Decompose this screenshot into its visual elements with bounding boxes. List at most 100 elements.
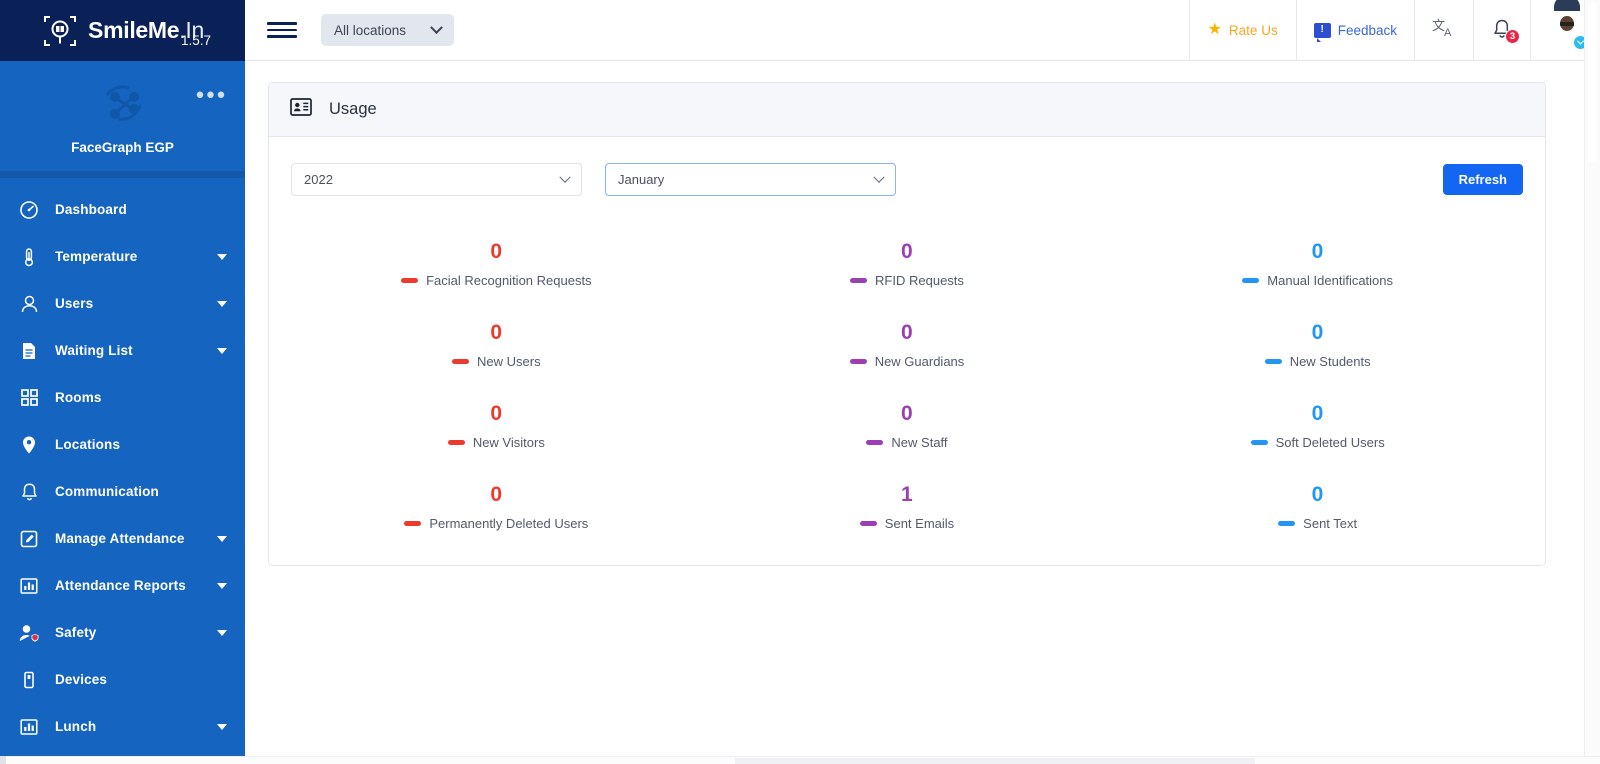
vertical-scrollbar[interactable] (1584, 0, 1600, 764)
sidebar-item-users[interactable]: Users (0, 280, 245, 327)
chevron-down-icon (430, 20, 443, 34)
vertical-scrollbar-thumb[interactable] (1588, 2, 1597, 162)
sidebar-item-label: Users (55, 296, 94, 311)
usage-stat: 0 Soft Deleted Users (1112, 403, 1523, 450)
usage-stat-label: Soft Deleted Users (1275, 435, 1385, 451)
usage-stat: 0 Manual Identifications (1112, 240, 1523, 288)
usage-card: Usage 2022 January Refresh 0 Facial Reco… (268, 82, 1546, 567)
location-filter-value: All locations (334, 22, 407, 38)
topbar: All locations ★ Rate Us ! Feedback 文 A 3 (245, 0, 1600, 61)
legend-dash-icon (859, 521, 877, 526)
sidebar-item-label: Attendance Reports (55, 578, 186, 593)
usage-stat-legend: Sent Emails (859, 516, 955, 532)
horizontal-scrollbar-thumb[interactable] (735, 758, 1255, 764)
bell-icon (16, 481, 42, 503)
notifications-button[interactable]: 3 (1473, 0, 1530, 61)
location-filter-dropdown[interactable]: All locations (321, 14, 455, 46)
network-graph-icon (95, 85, 151, 135)
sidebar: SmileMe.In 1.5.7 ●●● FaceGraph EGP Dashb… (0, 0, 245, 764)
page-content: Usage 2022 January Refresh 0 Facial Reco… (245, 61, 1600, 764)
usage-card-body: 2022 January Refresh 0 Facial Recognition… (269, 137, 1545, 565)
refresh-button[interactable]: Refresh (1442, 164, 1523, 195)
usage-stat: 0 New Visitors (291, 403, 702, 450)
sidebar-item-temperature[interactable]: Temperature (0, 233, 245, 280)
avatar (1548, 0, 1588, 50)
sidebar-item-dashboard[interactable]: Dashboard (0, 186, 245, 233)
usage-stat-legend: New Guardians (849, 354, 964, 369)
topbar-actions: ★ Rate Us ! Feedback 文 A 3 (1188, 0, 1600, 61)
sidebar-item-waiting-list[interactable]: Waiting List (0, 327, 245, 374)
usage-stat-legend: New Staff (866, 435, 948, 450)
usage-stat-value: 1 (901, 483, 913, 507)
chevron-down-icon[interactable] (217, 535, 227, 542)
usage-stat-label: Sent Emails (884, 516, 955, 532)
sidebar-item-locations[interactable]: Locations (0, 421, 245, 468)
bell-icon: 3 (1491, 18, 1520, 44)
usage-card-header: Usage (269, 83, 1545, 137)
usage-stat-label: New Users (477, 354, 541, 370)
hamburger-menu-icon[interactable] (267, 19, 297, 41)
usage-stat-label: Sent Text (1303, 516, 1358, 532)
rate-us-label: Rate Us (1228, 22, 1278, 38)
legend-dash-icon (404, 521, 422, 526)
sidebar-item-manage-attendance[interactable]: Manage Attendance (0, 515, 245, 562)
ellipsis-icon[interactable]: ●●● (195, 87, 227, 102)
month-select[interactable]: January (605, 163, 896, 196)
usage-stat-legend: Manual Identifications (1242, 273, 1393, 288)
usage-stat: 0 New Users (291, 321, 702, 369)
usage-stat-value: 0 (490, 321, 503, 345)
notification-badge: 3 (1505, 29, 1520, 44)
sidebar-item-safety[interactable]: Safety (0, 609, 245, 656)
sidebar-item-rooms[interactable]: Rooms (0, 374, 245, 421)
year-select-value: 2022 (304, 172, 333, 187)
language-translate-button[interactable]: 文 A (1414, 0, 1473, 61)
year-select[interactable]: 2022 (291, 163, 582, 196)
legend-dash-icon (1264, 359, 1282, 364)
app-root: SmileMe.In 1.5.7 ●●● FaceGraph EGP Dashb… (0, 0, 1600, 764)
usage-stat-value: 0 (1311, 402, 1324, 426)
star-icon: ★ (1207, 21, 1222, 38)
id-card-icon (290, 98, 312, 121)
chevron-down-icon[interactable] (217, 629, 227, 636)
feedback-label: Feedback (1337, 22, 1397, 38)
chevron-down-icon[interactable] (217, 253, 227, 260)
map-pin-icon (16, 434, 42, 456)
speedometer-icon (16, 199, 42, 221)
edit-square-icon (16, 528, 42, 550)
usage-stat-legend: New Users (452, 354, 541, 369)
usage-stats-grid: 0 Facial Recognition Requests 0 RFID Reques… (291, 240, 1523, 532)
usage-stat-label: Permanently Deleted Users (429, 516, 589, 532)
chevron-down-icon[interactable] (217, 300, 227, 307)
usage-filters: 2022 January Refresh (291, 163, 1523, 196)
sidebar-item-devices[interactable]: Devices (0, 656, 245, 703)
sidebar-item-lunch[interactable]: Lunch (0, 703, 245, 750)
usage-stat: 0 Facial Recognition Requests (291, 240, 702, 288)
chevron-down-icon[interactable] (217, 347, 227, 354)
usage-stat: 0 New Guardians (702, 321, 1113, 369)
sidebar-item-label: Waiting List (55, 343, 133, 358)
chevron-down-icon[interactable] (217, 582, 227, 589)
legend-dash-icon (1242, 278, 1260, 283)
chevron-down-icon[interactable] (217, 723, 227, 730)
sidebar-item-attendance-reports[interactable]: Attendance Reports (0, 562, 245, 609)
usage-stat-legend: Facial Recognition Requests (401, 273, 592, 288)
sidebar-item-label: Devices (55, 672, 108, 687)
usage-stat-value: 0 (901, 240, 913, 263)
usage-stat-value: 0 (490, 402, 503, 426)
horizontal-scrollbar[interactable] (0, 756, 1600, 764)
usage-stat: 0 Sent Text (1112, 484, 1523, 531)
rate-us-button[interactable]: ★ Rate Us (1188, 0, 1296, 61)
brand-header[interactable]: SmileMe.In 1.5.7 (0, 0, 245, 61)
chevron-down-icon (559, 171, 571, 183)
bar-chart-icon (16, 575, 42, 597)
usage-stat-legend: Soft Deleted Users (1250, 435, 1385, 451)
bar-chart-icon (16, 716, 42, 738)
sidebar-item-communication[interactable]: Communication (0, 468, 245, 515)
page-title: Usage (329, 100, 377, 118)
tenant-block: ●●● FaceGraph EGP (0, 61, 245, 171)
legend-dash-icon (1278, 521, 1296, 526)
usage-stat-legend: Sent Text (1278, 516, 1357, 531)
feedback-button[interactable]: ! Feedback (1295, 0, 1414, 61)
month-select-value: January (618, 172, 665, 187)
usage-stat-legend: New Students (1264, 354, 1371, 369)
